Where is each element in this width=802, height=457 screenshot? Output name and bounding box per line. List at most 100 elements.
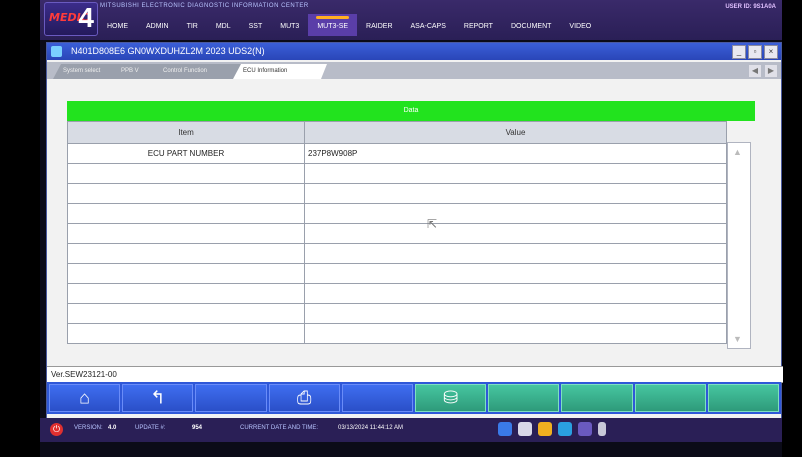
close-icon[interactable]: × xyxy=(764,45,778,59)
logo-four: 4 xyxy=(78,2,94,33)
folder-icon[interactable] xyxy=(538,422,552,436)
version-caption: VERSION: xyxy=(74,425,103,431)
column-item: Item xyxy=(67,121,305,144)
version-label: Ver.SEW23121-00 xyxy=(47,366,783,383)
menu-item-tir[interactable]: TIR xyxy=(178,14,207,36)
item-cell xyxy=(67,163,305,184)
table-row[interactable] xyxy=(67,323,727,344)
item-cell xyxy=(67,223,305,244)
window-titlebar: N401D808E6 GN0WXDUHZL2M 2023 UDS2(N) _ ▫… xyxy=(47,43,781,60)
table-row[interactable] xyxy=(67,303,727,324)
tab-bar: System select PPB V Control Function ECU… xyxy=(47,62,781,79)
menu-item-admin[interactable]: ADMIN xyxy=(137,14,178,36)
value-cell xyxy=(304,303,727,324)
top-app-bar: MEDIC 4 MITSUBISHI ELECTRONIC DIAGNOSTIC… xyxy=(40,0,782,40)
table-row[interactable] xyxy=(67,263,727,284)
item-cell xyxy=(67,243,305,264)
window-title: N401D808E6 GN0WXDUHZL2M 2023 UDS2(N) xyxy=(71,46,265,56)
user-id: USER ID: 9S1A0A xyxy=(725,4,776,10)
toolbar-button-4[interactable] xyxy=(341,384,414,412)
table-row[interactable]: ECU PART NUMBER 237P8W908P xyxy=(67,143,727,164)
medic-logo: MEDIC 4 xyxy=(44,2,98,36)
toolbar-button-8[interactable] xyxy=(634,384,706,412)
item-cell xyxy=(67,263,305,284)
system-tray xyxy=(498,422,606,436)
update-caption: UPDATE #: xyxy=(135,425,166,431)
ecu-info-panel: Data Item Value ECU PART NUMBER 237P8W908… xyxy=(47,79,781,385)
power-icon[interactable]: ⏻ xyxy=(50,423,63,436)
value-cell xyxy=(304,223,727,244)
table-row[interactable] xyxy=(67,203,727,224)
table-row[interactable] xyxy=(67,283,727,304)
table-row[interactable] xyxy=(67,163,727,184)
item-cell xyxy=(67,203,305,224)
data-header: Data xyxy=(67,101,755,121)
datetime-value: 03/13/2024 11:44:12 AM xyxy=(338,425,403,431)
status-bar: ⏻ VERSION: 4.0 UPDATE #: 954 CURRENT DAT… xyxy=(40,418,782,442)
menu-item-mut3[interactable]: MUT3 xyxy=(271,14,308,36)
menu-item-mut3-se[interactable]: MUT3-SE xyxy=(308,14,358,36)
tab-ecu-information[interactable]: ECU Information xyxy=(233,64,327,79)
menu-item-document[interactable]: DOCUMENT xyxy=(502,14,560,36)
value-cell xyxy=(304,183,727,204)
maximize-icon[interactable]: ▫ xyxy=(748,45,762,59)
menu-item-report[interactable]: REPORT xyxy=(455,14,502,36)
menu-item-raider[interactable]: RAIDER xyxy=(357,14,401,36)
bottom-toolbar: ⌂ ↰ ⎙ ⛁ xyxy=(47,382,781,414)
battery-icon xyxy=(598,422,606,436)
back-icon: ↰ xyxy=(150,387,166,408)
toolbar-button-6[interactable] xyxy=(488,384,560,412)
ecu-table: Item Value ECU PART NUMBER 237P8W908P xyxy=(67,121,727,344)
home-button[interactable]: ⌂ xyxy=(49,384,121,412)
print-icon: ⎙ xyxy=(297,387,312,408)
table-row[interactable] xyxy=(67,243,727,264)
value-cell xyxy=(304,243,727,264)
table-row[interactable] xyxy=(67,223,727,244)
datetime-caption: CURRENT DATE AND TIME: xyxy=(240,425,319,431)
item-cell xyxy=(67,183,305,204)
menu-item-home[interactable]: HOME xyxy=(98,14,137,36)
value-cell: 237P8W908P xyxy=(304,143,727,164)
minimize-icon[interactable]: _ xyxy=(732,45,746,59)
save-button[interactable]: ⛁ xyxy=(415,384,487,412)
tab-next-icon[interactable]: ▶ xyxy=(765,65,777,77)
save-icon: ⛁ xyxy=(443,387,459,408)
update-value: 954 xyxy=(192,425,203,431)
help-icon[interactable] xyxy=(498,422,512,436)
item-cell: ECU PART NUMBER xyxy=(67,143,305,164)
menu-item-sst[interactable]: SST xyxy=(240,14,272,36)
app-subtitle: MITSUBISHI ELECTRONIC DIAGNOSTIC INFORMA… xyxy=(100,3,309,9)
table-row[interactable] xyxy=(67,183,727,204)
scroll-down-icon[interactable]: ▼ xyxy=(733,334,742,344)
home-icon: ⌂ xyxy=(79,387,91,408)
data-grid: Data Item Value ECU PART NUMBER 237P8W908… xyxy=(67,101,755,349)
toolbar-button-2[interactable] xyxy=(195,384,267,412)
column-value: Value xyxy=(304,121,727,144)
menu-item-video[interactable]: VIDEO xyxy=(560,14,600,36)
item-cell xyxy=(67,283,305,304)
ecu-window: N401D808E6 GN0WXDUHZL2M 2023 UDS2(N) _ ▫… xyxy=(46,42,783,425)
audio-icon[interactable] xyxy=(558,422,572,436)
toolbar-button-9[interactable] xyxy=(707,384,780,412)
table-scrollbar[interactable]: ▲ ▼ xyxy=(727,142,751,349)
mouse-cursor-icon: ⇱ xyxy=(427,217,438,231)
toolbar-button-7[interactable] xyxy=(561,384,633,412)
app-icon xyxy=(51,46,62,57)
version-value: 4.0 xyxy=(108,425,117,431)
scroll-up-icon[interactable]: ▲ xyxy=(733,147,742,157)
screenshot-icon[interactable] xyxy=(518,422,532,436)
back-button[interactable]: ↰ xyxy=(122,384,194,412)
network-icon[interactable] xyxy=(578,422,592,436)
tab-prev-icon[interactable]: ◀ xyxy=(749,65,761,77)
value-cell xyxy=(304,263,727,284)
menu-item-mdl[interactable]: MDL xyxy=(207,14,240,36)
value-cell xyxy=(304,163,727,184)
item-cell xyxy=(67,303,305,324)
value-cell xyxy=(304,283,727,304)
menu-item-asa-caps[interactable]: ASA-CAPS xyxy=(402,14,455,36)
value-cell xyxy=(304,203,727,224)
main-menu: HOME ADMIN TIR MDL SST MUT3 MUT3-SE RAIDER ASA-C… xyxy=(98,14,600,36)
app-frame: MEDIC 4 MITSUBISHI ELECTRONIC DIAGNOSTIC… xyxy=(40,0,783,457)
print-button[interactable]: ⎙ xyxy=(268,384,340,412)
value-cell xyxy=(304,323,727,344)
